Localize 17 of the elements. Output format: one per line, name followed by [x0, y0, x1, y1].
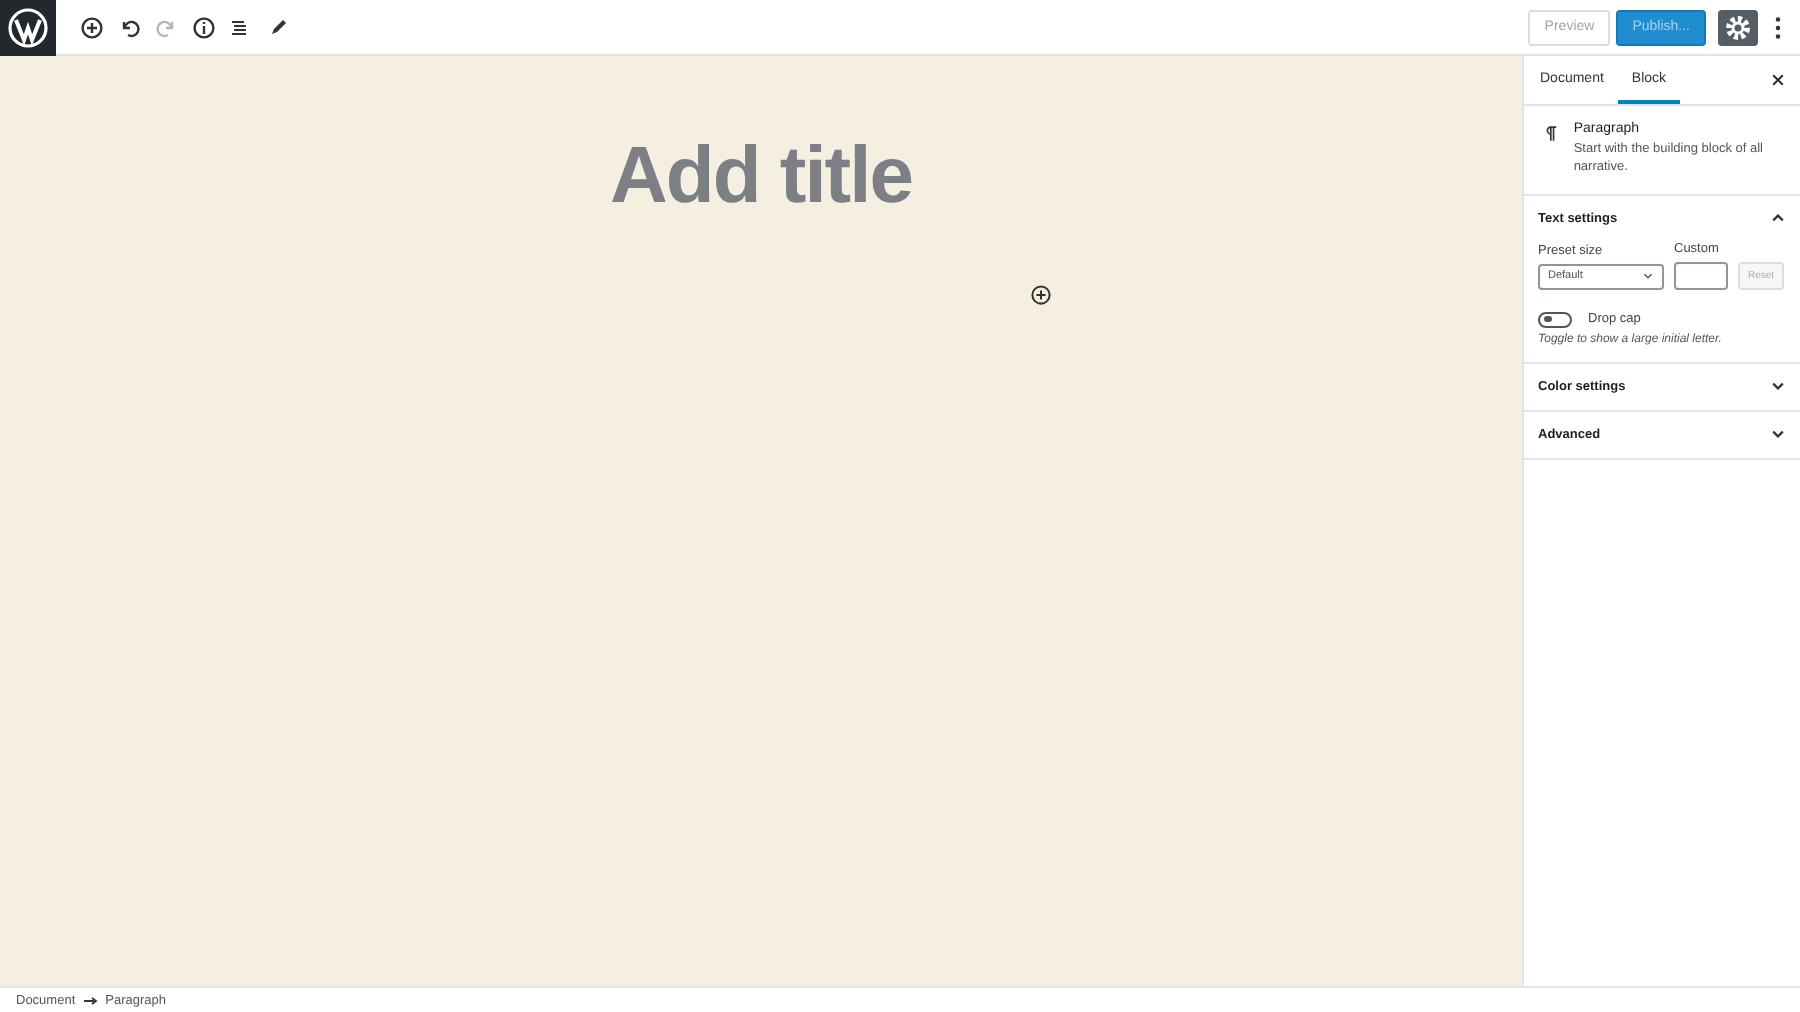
info-icon[interactable]	[191, 15, 215, 39]
add-block-icon[interactable]	[80, 15, 104, 39]
chevron-icon	[1642, 270, 1654, 283]
settings-button[interactable]	[1718, 9, 1758, 45]
more-menu-icon[interactable]	[1774, 15, 1782, 39]
chevron-icon	[1770, 426, 1786, 443]
arrow-icon	[83, 995, 98, 1005]
list-icon[interactable]	[228, 15, 252, 39]
drop-cap-toggle[interactable]	[1538, 311, 1572, 328]
wordpress-logo-icon[interactable]	[0, 0, 56, 55]
paragraph-icon	[1544, 124, 1558, 144]
custom-size-input[interactable]	[1674, 261, 1728, 290]
chevron-icon	[1770, 378, 1786, 395]
chevron-icon	[1770, 210, 1786, 227]
add-block-icon[interactable]	[1030, 284, 1052, 306]
close-icon[interactable]	[1770, 72, 1786, 88]
undo-icon[interactable]	[117, 15, 141, 39]
